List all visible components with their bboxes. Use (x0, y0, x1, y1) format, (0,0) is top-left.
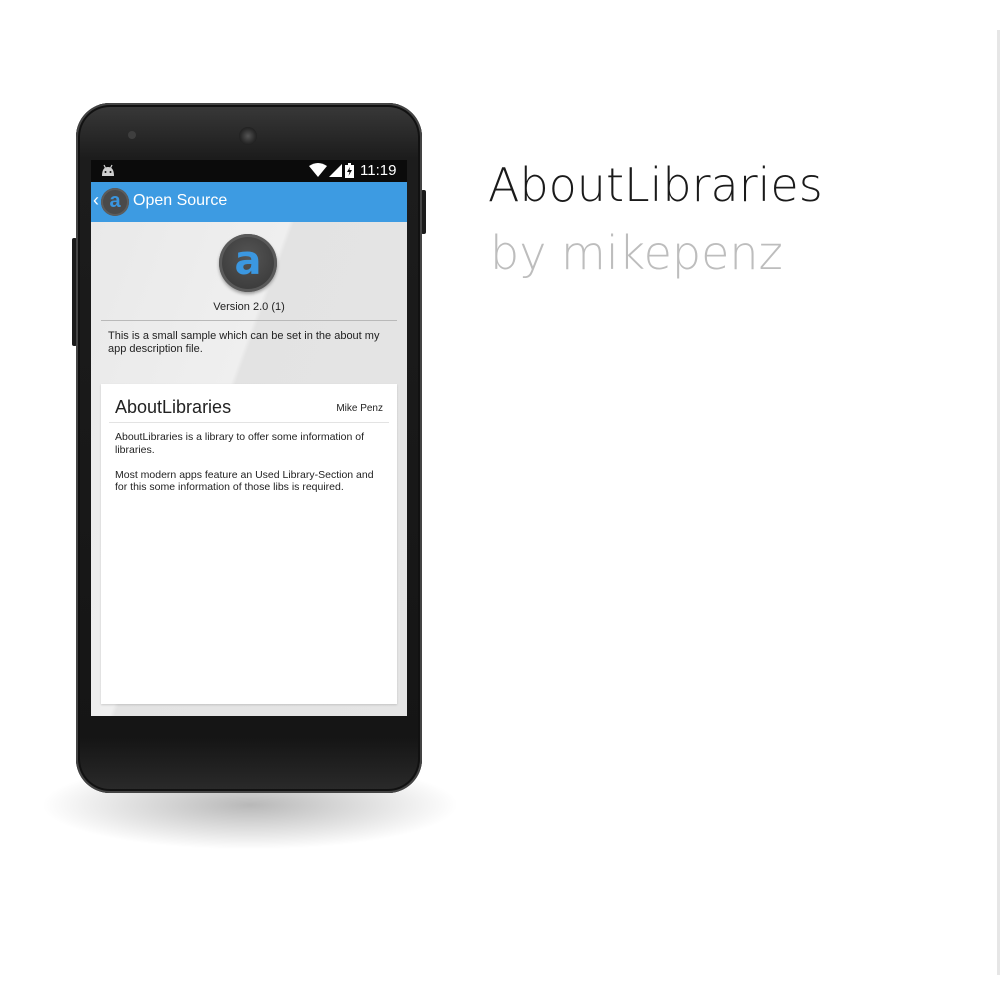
action-bar-title: Open Source (133, 192, 228, 209)
promo-title: AboutLibraries (488, 158, 823, 212)
action-bar: ‹ a Open Source (91, 182, 407, 222)
library-card-divider (109, 422, 389, 423)
back-chevron-icon[interactable]: ‹ (93, 190, 99, 210)
library-author[interactable]: Mike Penz (336, 403, 383, 414)
header-divider (101, 320, 397, 321)
status-bar: 11:19 (91, 160, 407, 182)
phone-earpiece (239, 127, 257, 145)
app-logo: a (219, 234, 277, 292)
app-description: This is a small sample which can be set … (108, 330, 380, 355)
library-card[interactable]: AboutLibraries Mike Penz AboutLibraries … (101, 384, 397, 704)
status-clock: 11:19 (360, 162, 397, 179)
signal-icon (329, 164, 342, 177)
battery-icon (345, 163, 354, 178)
app-version: Version 2.0 (1) (213, 301, 285, 313)
library-name: AboutLibraries (115, 397, 232, 417)
phone-screen: 11:19 ‹ a Open Source a Version 2.0 (1) … (91, 160, 407, 716)
action-bar-app-icon[interactable]: a (101, 188, 129, 216)
android-icon (102, 164, 114, 176)
library-description: AboutLibraries is a library to offer som… (115, 431, 374, 493)
promo-subtitle: by mikepenz (490, 226, 783, 280)
front-camera (128, 131, 136, 139)
wifi-icon (309, 163, 327, 177)
